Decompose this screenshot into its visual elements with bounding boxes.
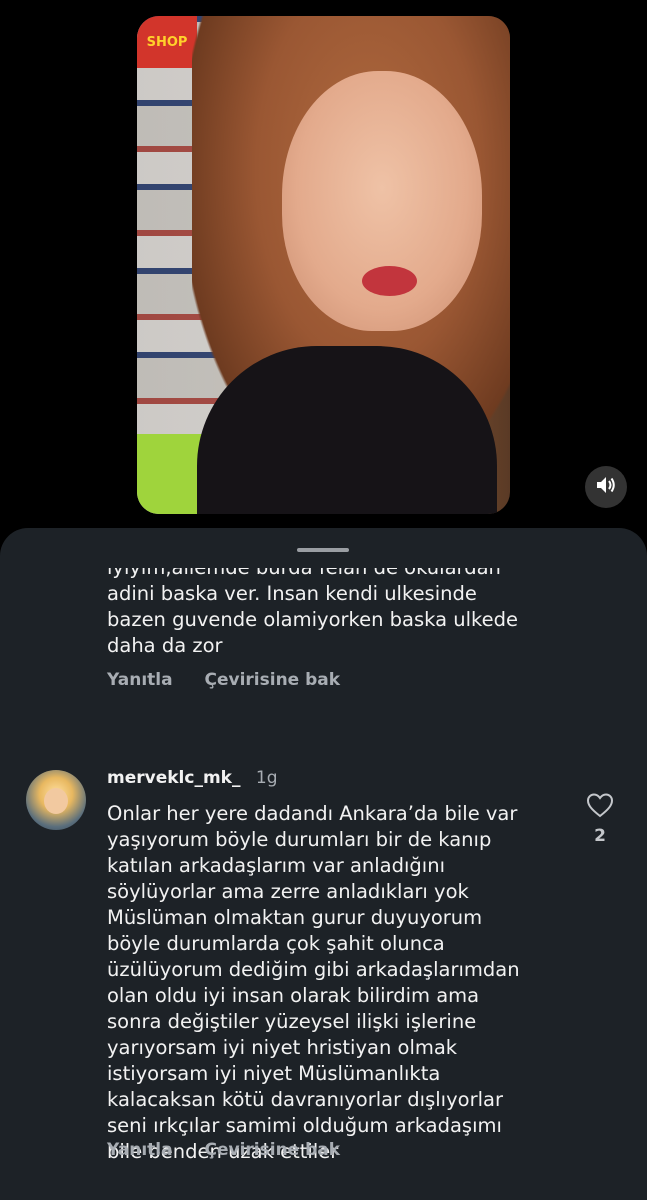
comments-list[interactable]: iyiyim,ailemde burda felan de okulardan … xyxy=(0,568,647,1200)
like-button[interactable]: 2 xyxy=(582,792,618,846)
person-face xyxy=(282,71,482,331)
speaker-volume-icon xyxy=(595,475,617,499)
comments-sheet: iyiyim,ailemde burda felan de okulardan … xyxy=(0,528,647,1200)
avatar[interactable] xyxy=(26,770,86,830)
volume-button[interactable] xyxy=(585,466,627,508)
reply-button[interactable]: Yanıtla xyxy=(107,1140,173,1160)
see-translation-button[interactable]: Çevirisine bak xyxy=(205,1140,341,1160)
reply-button[interactable]: Yanıtla xyxy=(107,670,173,690)
comment-text: iyiyim,ailemde burda felan de okulardan … xyxy=(107,568,519,657)
comment-actions: Yanıtla Çevirisine bak xyxy=(107,670,366,690)
see-translation-button[interactable]: Çevirisine bak xyxy=(205,670,341,690)
like-count: 2 xyxy=(594,826,606,846)
video-player[interactable]: SHOP xyxy=(137,16,510,514)
heart-outline-icon xyxy=(586,793,614,822)
username[interactable]: merveklc_mk_ xyxy=(107,768,240,788)
comment-header: merveklc_mk_ 1g xyxy=(107,768,277,788)
comment-actions: Yanıtla Çevirisine bak xyxy=(107,1140,366,1160)
comment-time: 1g xyxy=(255,768,278,788)
store-sign: SHOP xyxy=(137,16,197,68)
video-area: SHOP xyxy=(0,0,647,540)
avatar-face xyxy=(44,788,68,814)
sheet-drag-handle[interactable] xyxy=(297,548,349,552)
comment-text: Onlar her yere dadandı Ankara’da bile va… xyxy=(107,802,520,1163)
person-lips xyxy=(362,266,417,296)
